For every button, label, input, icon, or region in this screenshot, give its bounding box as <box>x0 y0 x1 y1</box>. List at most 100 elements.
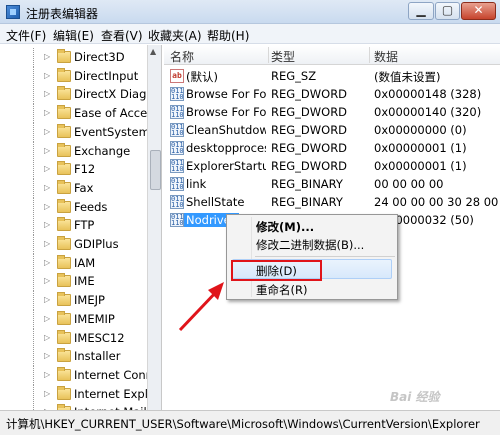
tree-item[interactable]: ▷Internet Connection <box>0 365 161 385</box>
tree-item[interactable]: ▷Internet Mail and News <box>0 403 161 410</box>
value-type: REG_SZ <box>271 69 317 83</box>
value-type: REG_DWORD <box>271 141 348 155</box>
folder-icon <box>57 161 71 176</box>
list-row[interactable]: ab (默认) REG_SZ (数值未设置) <box>164 67 500 85</box>
expand-icon[interactable]: ▷ <box>44 52 54 62</box>
tree-item[interactable]: ▷ Fax <box>0 178 147 198</box>
context-item-modify-binary[interactable]: 修改二进制数据(B)... <box>256 237 364 255</box>
list-row[interactable]: 011110CleanShutdown REG_DWORD 0x00000000 (… <box>164 121 500 139</box>
expand-icon[interactable]: ▷ <box>44 276 54 286</box>
value-data: 0x00000140 (320) <box>374 105 482 119</box>
value-type: REG_BINARY <box>271 195 343 209</box>
tree-item[interactable]: ▷ Ease of Access <box>0 104 159 124</box>
maximize-button[interactable]: ▢ <box>435 2 460 20</box>
expand-icon[interactable]: ▷ <box>44 389 54 399</box>
folder-icon <box>57 198 71 213</box>
folder-icon <box>57 236 71 250</box>
expand-icon[interactable]: ▷ <box>44 127 54 137</box>
expand-icon[interactable]: ▷ <box>44 295 54 305</box>
column-header-type[interactable]: 类型 <box>271 48 295 65</box>
list-row[interactable]: 011110ExplorerStartupTraceRecorded REG_DW… <box>164 157 500 175</box>
list-row[interactable]: 011 110 ShellState REG_BINARY 24 00 00 00 30… <box>164 193 500 211</box>
tree-connector <box>33 365 34 385</box>
tree-connector <box>33 85 34 105</box>
column-divider[interactable] <box>268 47 269 63</box>
tree-item-label: DirectInput <box>74 68 139 83</box>
column-divider[interactable] <box>369 47 370 63</box>
tree-connector <box>33 197 34 217</box>
tree-item[interactable]: ▷ IMEMIP <box>0 309 147 329</box>
tree-connector <box>33 66 34 86</box>
tree-item[interactable]: ▷ Installer <box>0 347 147 367</box>
expand-icon[interactable]: ▷ <box>44 202 54 212</box>
tree-scrollbar[interactable]: ▲ <box>147 45 161 410</box>
tree-connector <box>33 235 34 254</box>
tree-item[interactable]: ▷ F12 <box>0 160 147 180</box>
tree-connector <box>33 216 34 236</box>
tree-item[interactable]: ▷ Direct3D <box>0 48 147 67</box>
tree-item[interactable]: ▷ FTP <box>0 216 147 236</box>
expand-icon[interactable]: ▷ <box>44 89 54 99</box>
column-header-data[interactable]: 数据 <box>374 48 398 65</box>
expand-icon[interactable]: ▷ <box>44 314 54 324</box>
tree-item[interactable]: ▷ IME <box>0 272 147 292</box>
binary-value-icon: 011 110 <box>170 105 184 119</box>
menu-help[interactable]: 帮助(H) <box>207 27 249 44</box>
tree-item[interactable]: ▷ GDIPlus <box>0 235 147 254</box>
expand-icon[interactable]: ▷ <box>44 333 54 343</box>
tree-item[interactable]: ▷ IMEJP <box>0 291 147 311</box>
context-item-modify[interactable]: 修改(M)... <box>256 219 314 237</box>
expand-icon[interactable]: ▷ <box>44 220 54 230</box>
binary-value-icon: 011 110 <box>170 213 184 227</box>
tree-item[interactable]: ▷ Internet Explorer <box>0 384 161 404</box>
tree-item[interactable]: ▷ Exchange <box>0 141 147 161</box>
value-data: 24 00 00 00 30 28 00 00 <box>374 195 500 209</box>
window-title: 注册表编辑器 <box>26 7 99 21</box>
tree-item[interactable]: ▷ Feeds <box>0 197 147 217</box>
scroll-up-icon[interactable]: ▲ <box>150 47 156 56</box>
folder-icon <box>57 310 71 325</box>
delete-highlight-box <box>231 260 322 281</box>
list-row[interactable]: 011 110 link REG_BINARY 00 00 00 00 <box>164 175 500 193</box>
expand-icon[interactable]: ▷ <box>44 108 54 118</box>
registry-key-tree[interactable]: ▷Java VM▷Internet Mail and News▷Internet… <box>0 45 162 410</box>
tree-item[interactable]: ▷ IAM <box>0 253 147 273</box>
tree-item[interactable]: ▷DirectX Diagnostic <box>0 85 161 105</box>
menu-favorites[interactable]: 收藏夹(A) <box>148 27 202 44</box>
minimize-button[interactable]: ▁ <box>408 2 434 20</box>
expand-icon[interactable]: ▷ <box>44 370 54 380</box>
tree-item[interactable]: ▷ DirectInput <box>0 66 147 86</box>
tree-item-label: IMEMIP <box>74 311 115 326</box>
menu-view[interactable]: 查看(V) <box>101 27 143 44</box>
minimize-icon: ▁ <box>416 3 426 17</box>
list-row[interactable]: 011110Browse For Folder Width REG_DWORD 0x… <box>164 103 500 121</box>
tree-item[interactable]: ▷ IMESC12 <box>0 328 147 348</box>
close-button[interactable]: ✕ <box>461 2 496 20</box>
value-data: 0x00000001 (1) <box>374 159 467 173</box>
folder-icon <box>57 142 71 157</box>
tree-item[interactable]: ▷ EventSystem <box>0 122 150 142</box>
tree-connector <box>33 403 34 410</box>
list-row[interactable]: 011110Browse For Folder Height REG_DWORD 0… <box>164 85 500 103</box>
expand-icon[interactable]: ▷ <box>44 239 54 249</box>
expand-icon[interactable]: ▷ <box>44 164 54 174</box>
tree-connector <box>33 328 34 348</box>
tree-item-label: IMESC12 <box>74 330 125 345</box>
expand-icon[interactable]: ▷ <box>44 351 54 361</box>
menu-file[interactable]: 文件(F) <box>6 27 46 44</box>
annotation-arrow-icon <box>178 282 224 332</box>
list-row[interactable]: 011110desktopprocess REG_DWORD 0x00000001 … <box>164 139 500 157</box>
expand-icon[interactable]: ▷ <box>44 146 54 156</box>
expand-icon[interactable]: ▷ <box>44 71 54 81</box>
tree-connector <box>33 178 34 198</box>
expand-icon[interactable]: ▷ <box>44 258 54 268</box>
tree-item-label: IMEJP <box>74 293 105 308</box>
context-item-rename[interactable]: 重命名(R) <box>256 282 307 300</box>
column-header-name[interactable]: 名称 <box>170 48 194 65</box>
menu-edit[interactable]: 编辑(E) <box>53 27 94 44</box>
tree-connector <box>33 160 34 180</box>
value-data: 0x00000148 (328) <box>374 87 482 101</box>
expand-icon[interactable]: ▷ <box>44 183 54 193</box>
tree-scroll-thumb[interactable] <box>150 150 161 190</box>
folder-icon <box>57 273 71 288</box>
